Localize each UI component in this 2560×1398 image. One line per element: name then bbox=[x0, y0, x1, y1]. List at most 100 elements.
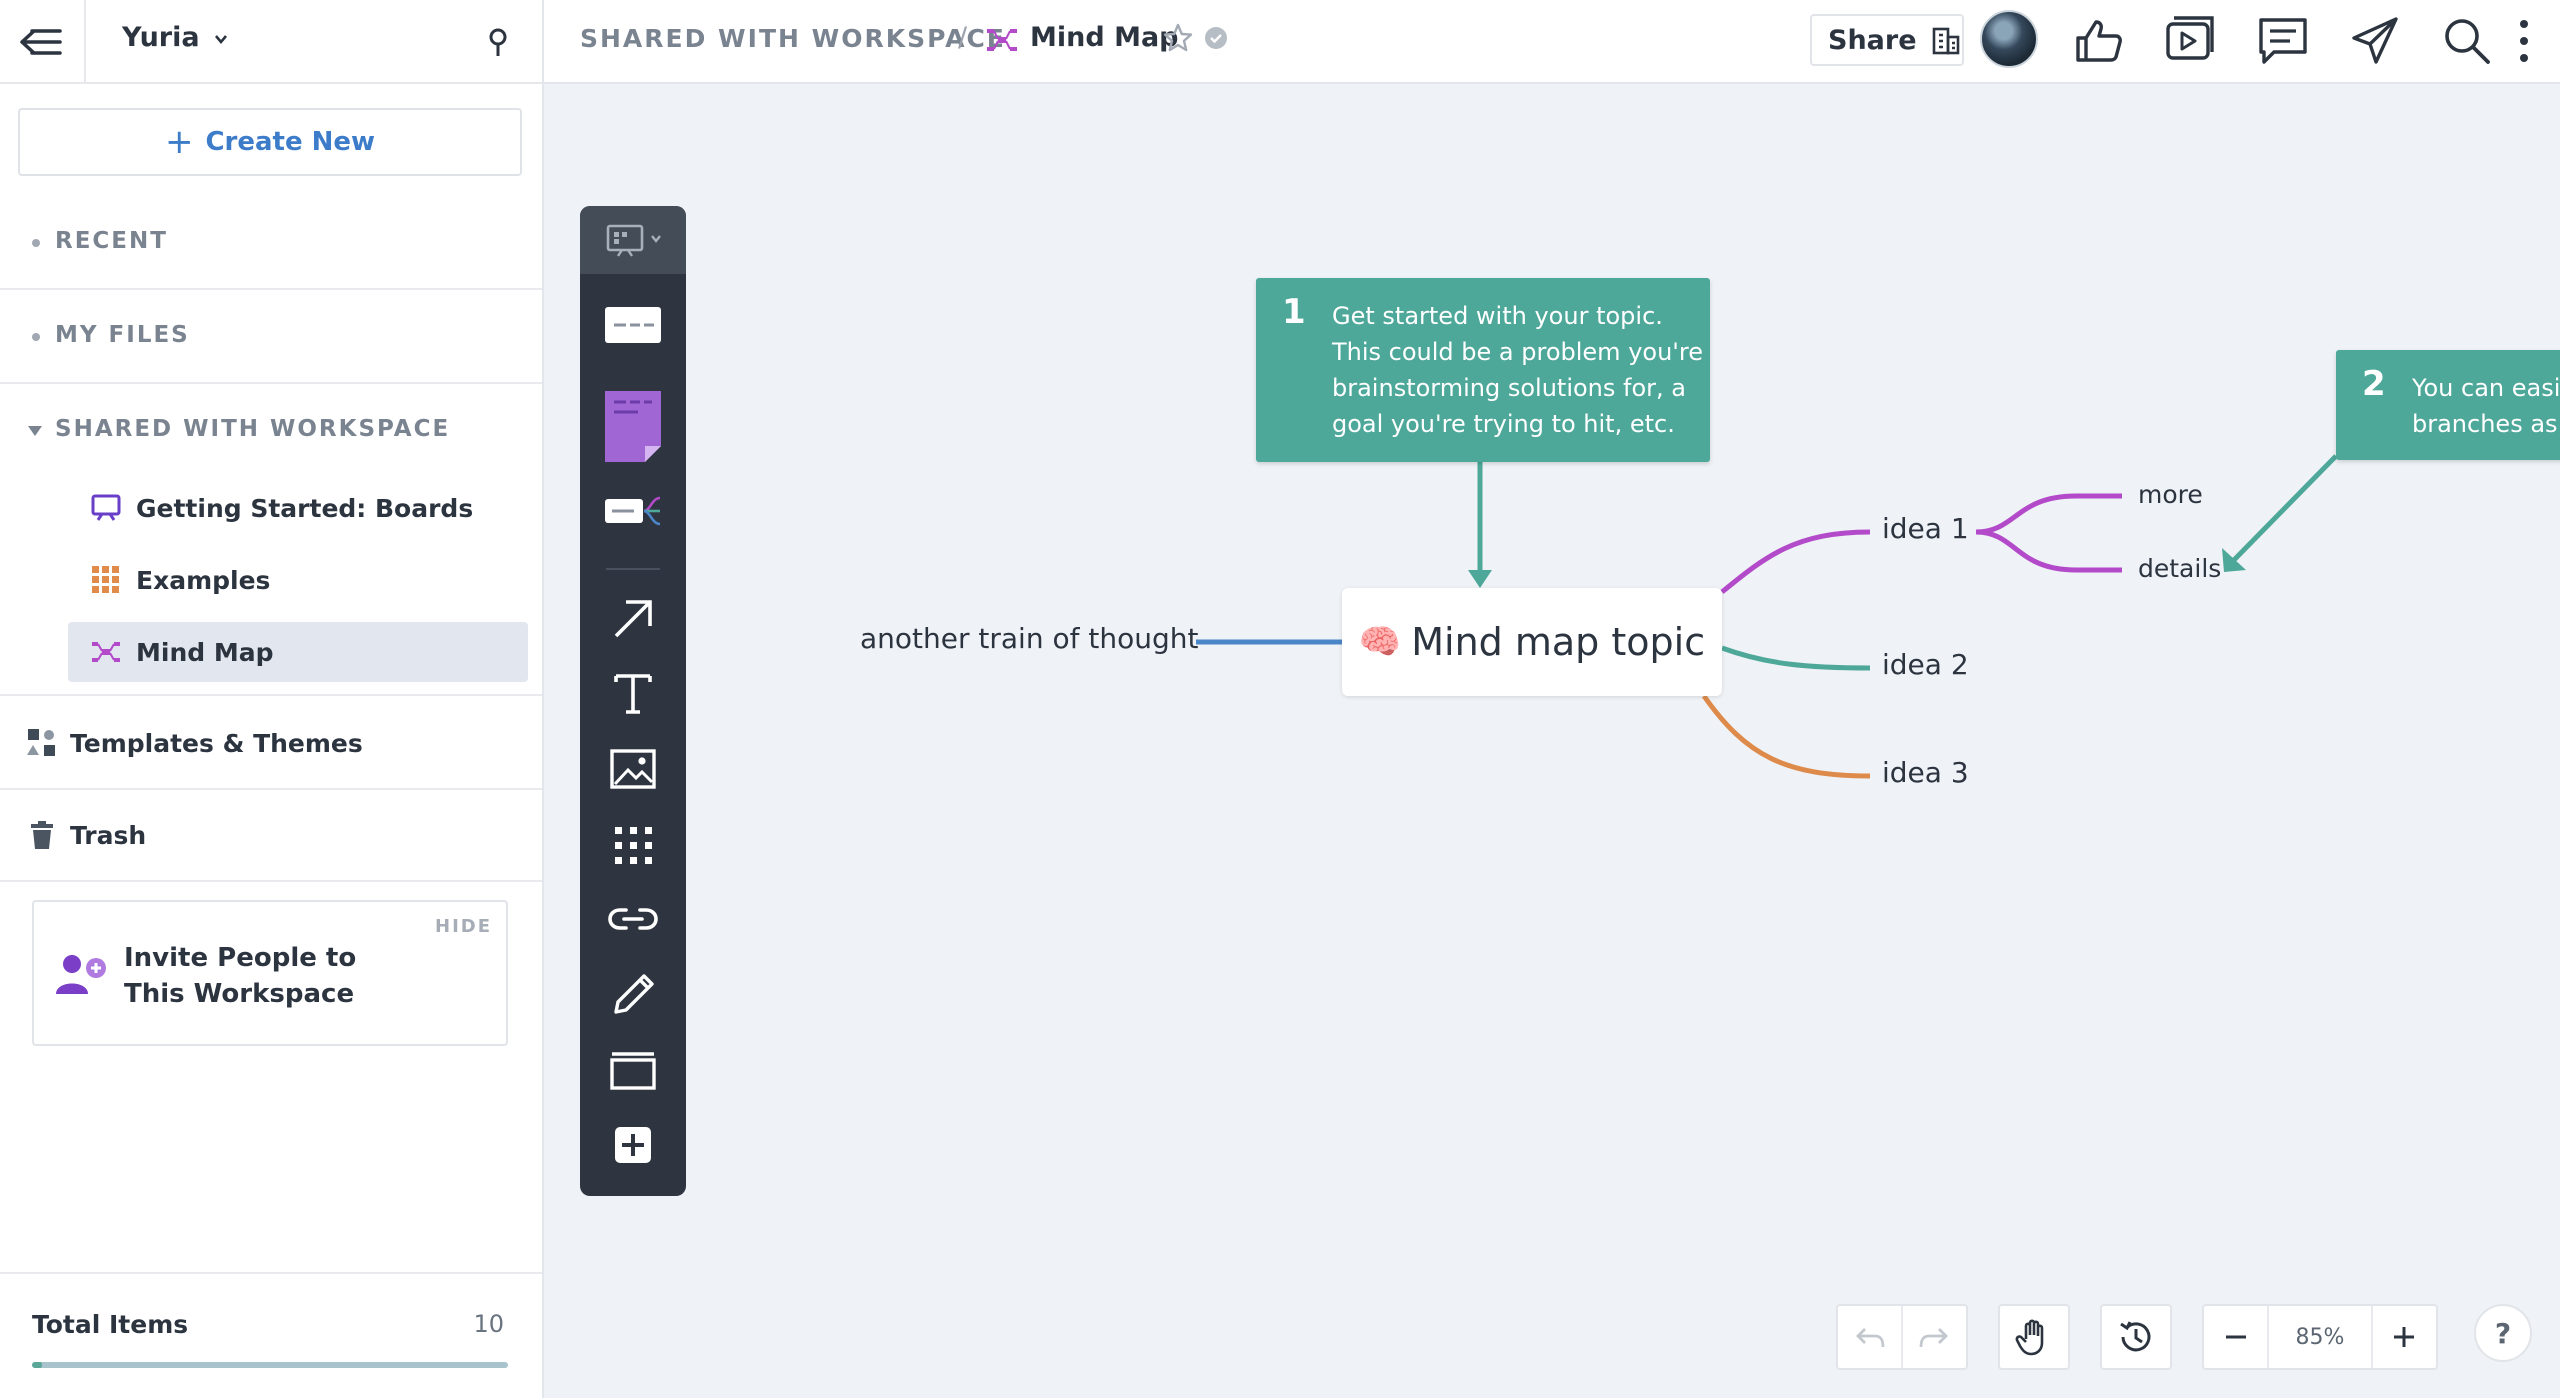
text-block-tool-icon[interactable] bbox=[604, 296, 662, 354]
image-tool-icon[interactable] bbox=[604, 740, 662, 798]
connector-idea3 bbox=[1701, 694, 1871, 779]
tree-item-mind-map[interactable]: Mind Map bbox=[68, 622, 528, 682]
arrow-tool-icon[interactable] bbox=[604, 590, 662, 648]
link-tool-icon[interactable] bbox=[604, 890, 662, 948]
zoom-value: 85% bbox=[2295, 1324, 2345, 1350]
branch-idea-2[interactable]: idea 2 bbox=[1882, 648, 1969, 681]
more-vertical-icon[interactable] bbox=[2512, 14, 2536, 68]
recent-label: RECENT bbox=[55, 228, 168, 254]
breadcrumb-root[interactable]: SHARED WITH WORKSPACE bbox=[580, 24, 1006, 53]
pin-icon[interactable] bbox=[484, 26, 512, 58]
trash-link[interactable]: Trash bbox=[0, 790, 542, 882]
help-label: ? bbox=[2494, 1316, 2512, 1350]
branch-idea-1[interactable]: idea 1 bbox=[1882, 512, 1969, 545]
branch-another-train[interactable]: another train of thought bbox=[860, 622, 1198, 655]
trash-label: Trash bbox=[70, 820, 147, 850]
tree-item-label: Getting Started: Boards bbox=[136, 493, 474, 523]
add-user-icon bbox=[56, 955, 106, 994]
mind-map-icon bbox=[92, 642, 120, 662]
create-new-button[interactable]: + Create New bbox=[18, 108, 522, 176]
callout1-arrowhead bbox=[1468, 570, 1492, 588]
workspace-name: Yuria bbox=[122, 22, 200, 53]
branch-details[interactable]: details bbox=[2138, 554, 2221, 583]
bullet-icon bbox=[32, 333, 40, 341]
add-tool-icon[interactable] bbox=[604, 1116, 662, 1174]
mind-map-tool-icon[interactable] bbox=[604, 484, 662, 542]
shared-section: SHARED WITH WORKSPACE Getting Started: B… bbox=[0, 384, 542, 696]
send-icon[interactable] bbox=[2348, 14, 2402, 68]
hand-icon bbox=[2015, 1319, 2044, 1356]
help-button[interactable]: ? bbox=[2474, 1304, 2532, 1362]
hide-button[interactable]: HIDE bbox=[435, 916, 492, 937]
tools-panel-header[interactable] bbox=[580, 206, 686, 274]
branch-more[interactable]: more bbox=[2138, 480, 2203, 509]
verified-icon bbox=[1205, 27, 1227, 49]
building-icon bbox=[1932, 27, 1959, 55]
total-items-count: 10 bbox=[473, 1310, 504, 1338]
zoom-in-button[interactable] bbox=[2373, 1306, 2436, 1368]
redo-button[interactable] bbox=[1903, 1306, 1966, 1368]
tree-item-label: Mind Map bbox=[136, 637, 274, 667]
workspace-switcher[interactable]: Yuria bbox=[122, 22, 229, 53]
callout-step-2[interactable]: 2 You can easil branches as bbox=[2336, 350, 2560, 460]
document-title[interactable]: Mind Map bbox=[1030, 22, 1179, 53]
templates-themes-link[interactable]: Templates & Themes bbox=[0, 698, 542, 790]
zoom-level[interactable]: 85% bbox=[2269, 1306, 2370, 1368]
connector-details bbox=[1975, 529, 2122, 573]
text-tool-icon[interactable] bbox=[604, 664, 662, 722]
mind-map-topic-node[interactable]: 🧠 Mind map topic bbox=[1342, 588, 1722, 696]
sticky-note-tool-icon[interactable] bbox=[604, 390, 662, 466]
recent-section[interactable]: RECENT bbox=[0, 196, 542, 290]
total-items-label: Total Items bbox=[32, 1310, 189, 1339]
tree-item-examples[interactable]: Examples bbox=[68, 550, 528, 610]
callout-step-1[interactable]: 1 Get started with your topic. This coul… bbox=[1256, 278, 1710, 462]
redo-icon bbox=[1920, 1328, 1949, 1348]
mind-map-icon bbox=[987, 29, 1017, 51]
minus-icon bbox=[2225, 1335, 2246, 1339]
collapse-sidebar-icon[interactable] bbox=[18, 22, 64, 62]
share-button[interactable]: Share bbox=[1810, 14, 1964, 66]
connector-idea2 bbox=[1721, 645, 1871, 671]
history-icon bbox=[2120, 1321, 2151, 1352]
usage-bar bbox=[32, 1362, 508, 1368]
shared-label[interactable]: SHARED WITH WORKSPACE bbox=[55, 416, 450, 442]
create-new-label: Create New bbox=[205, 127, 376, 157]
connector-idea1 bbox=[1720, 529, 1871, 594]
callout-line: branches as bbox=[2412, 410, 2558, 438]
undo-button[interactable] bbox=[1838, 1306, 1901, 1368]
callout-line: You can easil bbox=[2412, 374, 2560, 402]
thumbs-up-icon[interactable] bbox=[2072, 14, 2126, 68]
tree-item-getting-started[interactable]: Getting Started: Boards bbox=[68, 478, 528, 538]
avatar[interactable] bbox=[1980, 10, 2038, 68]
board-icon bbox=[91, 494, 121, 521]
apps-tool-icon[interactable] bbox=[604, 816, 662, 874]
topic-label: Mind map topic bbox=[1411, 620, 1706, 664]
history-button[interactable] bbox=[2100, 1304, 2172, 1370]
search-icon[interactable] bbox=[2440, 14, 2494, 68]
tree-item-label: Examples bbox=[136, 565, 271, 595]
sidebar: Yuria + Create New RECENT MY FILES SHARE… bbox=[0, 0, 544, 1398]
plus-icon bbox=[2394, 1327, 2415, 1347]
column-tool-icon[interactable] bbox=[604, 1042, 662, 1100]
invite-text[interactable]: Invite People to This Workspace bbox=[124, 940, 424, 1012]
board-canvas[interactable]: 1 Get started with your topic. This coul… bbox=[546, 86, 2560, 1398]
callout-body: Get started with your topic. This could … bbox=[1332, 298, 1703, 442]
chevron-down-icon bbox=[215, 34, 228, 44]
trash-icon bbox=[31, 821, 53, 849]
undo-redo-group bbox=[1836, 1304, 1968, 1370]
brain-icon: 🧠 bbox=[1358, 622, 1402, 662]
branch-idea-3[interactable]: idea 3 bbox=[1882, 756, 1969, 789]
pan-button[interactable] bbox=[1998, 1304, 2070, 1370]
comment-icon[interactable] bbox=[2256, 14, 2310, 68]
zoom-out-button[interactable] bbox=[2204, 1306, 2267, 1368]
callout-line: brainstorming solutions for, a bbox=[1332, 374, 1686, 402]
total-items: Total Items 10 bbox=[0, 1272, 542, 1398]
star-icon[interactable] bbox=[1162, 22, 1194, 54]
templates-label: Templates & Themes bbox=[70, 728, 363, 758]
caret-down-icon[interactable] bbox=[28, 426, 42, 436]
undo-icon bbox=[1855, 1328, 1884, 1348]
presentation-play-icon[interactable] bbox=[2164, 14, 2218, 68]
plus-icon: + bbox=[164, 122, 194, 162]
pen-tool-icon[interactable] bbox=[604, 966, 662, 1024]
my-files-section[interactable]: MY FILES bbox=[0, 290, 542, 384]
